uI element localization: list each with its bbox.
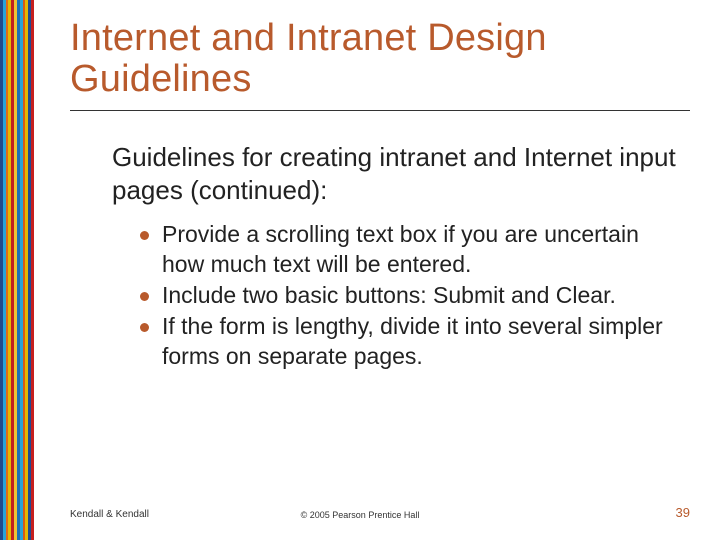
bullet-item: If the form is lengthy, divide it into s… — [140, 312, 680, 371]
decorative-stripe — [0, 0, 34, 540]
bullet-item: Provide a scrolling text box if you are … — [140, 220, 680, 279]
bullet-item: Include two basic buttons: Submit and Cl… — [140, 281, 680, 310]
slide: Internet and Intranet Design Guidelines … — [0, 0, 720, 540]
body-area: Guidelines for creating intranet and Int… — [112, 141, 680, 371]
content-area: Internet and Intranet Design Guidelines … — [70, 18, 690, 373]
title-underline — [70, 110, 690, 111]
stripe-band — [31, 0, 34, 540]
footer-copyright: © 2005 Pearson Prentice Hall — [0, 510, 720, 520]
slide-title: Internet and Intranet Design Guidelines — [70, 18, 690, 100]
bullet-list: Provide a scrolling text box if you are … — [140, 220, 680, 371]
subheading: Guidelines for creating intranet and Int… — [112, 141, 680, 206]
page-number: 39 — [676, 505, 690, 520]
